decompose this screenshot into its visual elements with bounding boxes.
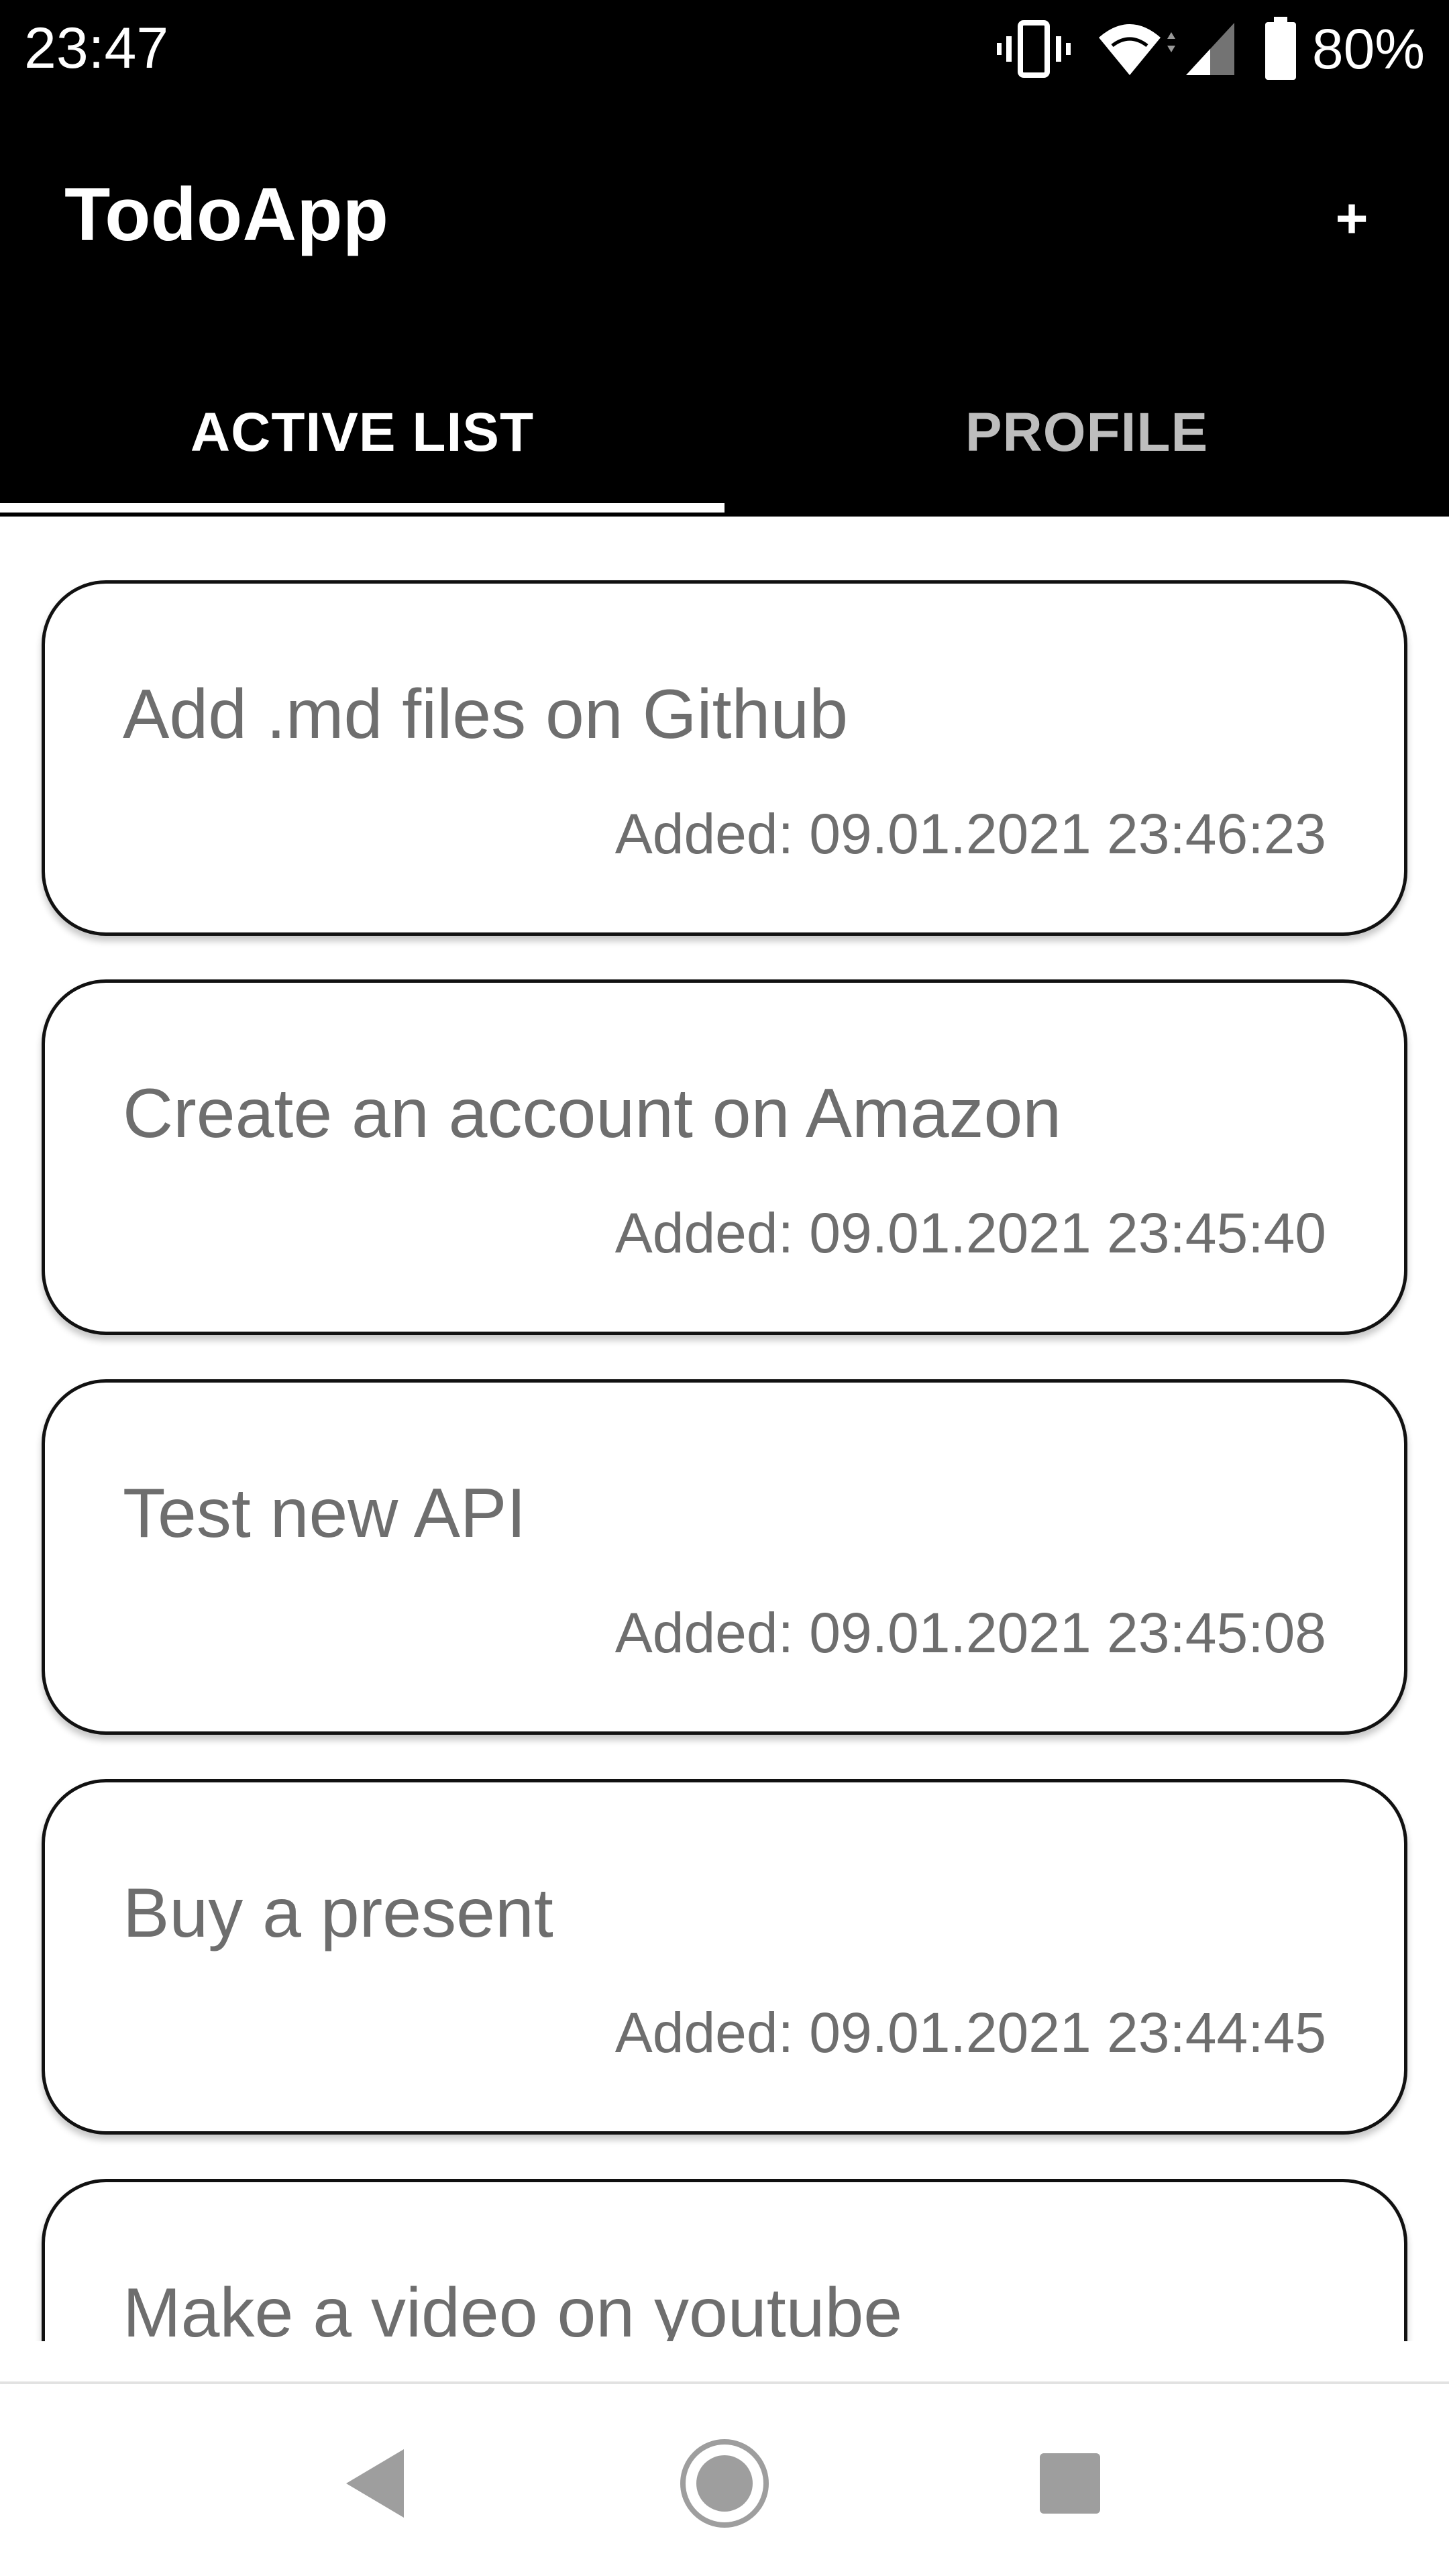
status-time: 23:47 [24,16,169,80]
todo-card[interactable]: Buy a present Added: 09.01.2021 23:44:45 [42,1779,1407,2135]
tab-active-list[interactable]: ACTIVE LIST [0,356,724,517]
vibrate-icon [996,19,1071,79]
cell-signal-icon [1183,19,1237,79]
system-nav-bar [0,2381,1449,2576]
tab-profile[interactable]: PROFILE [724,356,1449,517]
app-bar: TodoApp + ACTIVE LIST PROFILE [0,101,1449,517]
todo-added-date: Added: 09.01.2021 23:45:40 [614,1201,1326,1265]
todo-card[interactable]: Add .md files on Github Added: 09.01.202… [42,580,1407,936]
todo-app-screen: 23:47 80% TodoApp + ACTIVE LIST PROFILE … [0,0,1449,2576]
todo-title: Add .md files on Github [123,676,849,753]
todo-card[interactable]: Make a video on youtube [42,2179,1407,2341]
todo-title: Create an account on Amazon [123,1075,1062,1152]
add-todo-button[interactable]: + [1311,178,1392,258]
status-bar: 23:47 80% [0,0,1449,101]
todo-card[interactable]: Create an account on Amazon Added: 09.01… [42,979,1407,1335]
todo-added-date: Added: 09.01.2021 23:45:08 [614,1601,1326,1664]
app-title: TodoApp [64,172,389,256]
todo-title: Make a video on youtube [123,2274,903,2341]
todo-card[interactable]: Test new API Added: 09.01.2021 23:45:08 [42,1379,1407,1735]
back-button[interactable] [322,2431,429,2538]
battery-percent: 80% [1311,17,1425,80]
home-icon [678,2436,771,2534]
todo-title: Buy a present [123,1874,553,1952]
back-icon [342,2447,409,2524]
todo-added-date: Added: 09.01.2021 23:46:23 [614,802,1326,865]
tab-selected-indicator [0,503,724,513]
recents-icon [1036,2450,1104,2520]
status-icons: 80% [996,12,1425,86]
todo-title: Test new API [123,1474,527,1552]
todo-list[interactable]: Add .md files on Github Added: 09.01.202… [0,517,1449,2341]
recents-button[interactable] [1016,2431,1124,2538]
battery-icon [1264,17,1297,81]
wifi-icon [1096,19,1177,79]
home-button[interactable] [671,2431,778,2538]
todo-added-date: Added: 09.01.2021 23:44:45 [614,2001,1326,2064]
